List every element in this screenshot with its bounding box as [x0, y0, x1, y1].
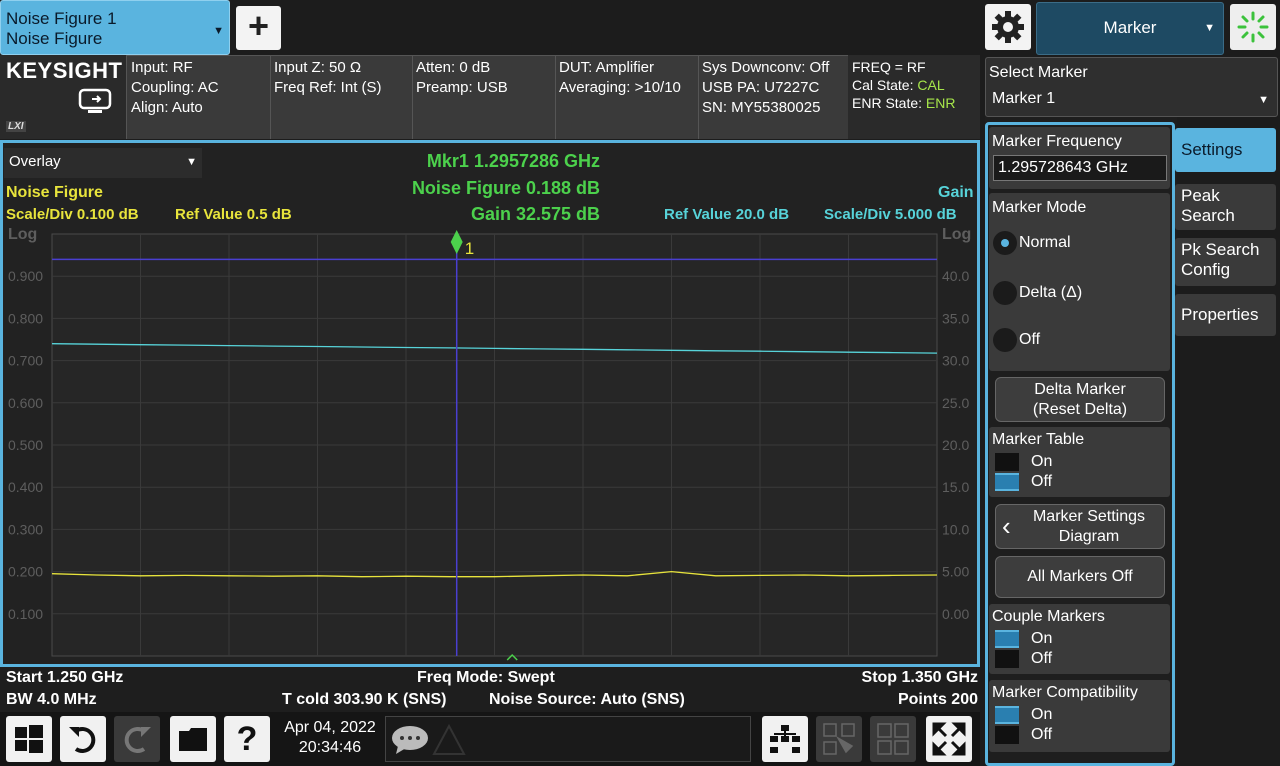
marker-number-label: 1: [465, 239, 474, 258]
chevron-down-icon: ▼: [1258, 94, 1269, 106]
tab-peak-label-1: Peak: [1181, 186, 1220, 205]
chat-bubble-icon: [392, 726, 428, 754]
date-time: Apr 04, 2022 20:34:46: [280, 718, 380, 758]
undo-icon: [69, 727, 96, 753]
help-button[interactable]: ?: [224, 716, 270, 762]
points: Points 200: [897, 691, 978, 708]
noise-source: Noise Source: Auto (SNS): [489, 691, 685, 708]
window-grid-button[interactable]: [870, 716, 916, 762]
touch-button[interactable]: [816, 716, 862, 762]
touch-hand-icon: [823, 723, 855, 755]
y-tick-left: 0.300: [8, 521, 43, 537]
y-tick-left: 0.500: [8, 437, 43, 453]
settings-gear-button[interactable]: [985, 4, 1031, 50]
file-button[interactable]: [170, 716, 216, 762]
y-tick-left: 0.700: [8, 353, 43, 369]
y-tick-right: 20.0: [942, 437, 969, 453]
tab-settings-label: Settings: [1181, 140, 1243, 159]
y-tick-right: 5.00: [942, 564, 969, 580]
y-tick-left: 0.900: [8, 268, 43, 284]
tab-peak-search[interactable]: Peak Search: [1175, 184, 1276, 230]
select-marker-dropdown[interactable]: Select Marker Marker 1 ▼: [985, 57, 1278, 117]
fullscreen-button[interactable]: [926, 716, 972, 762]
help-icon: ?: [236, 719, 258, 758]
y-tick-right: 0.00: [942, 606, 969, 622]
select-marker-value: Marker 1: [992, 90, 1056, 107]
start-frequency: Start 1.250 GHz: [6, 669, 124, 686]
y-tick-left: 0.200: [8, 564, 43, 580]
windows-icon: [15, 725, 43, 753]
y-tick-left: 0.800: [8, 310, 43, 326]
y-tick-right: 15.0: [942, 479, 969, 495]
grid-icon: [877, 723, 909, 755]
select-marker-label: Select Marker: [989, 64, 1088, 81]
y-tick-left: 0.400: [8, 479, 43, 495]
menu-select[interactable]: Marker ▼: [1036, 2, 1224, 55]
date: Apr 04, 2022: [284, 719, 376, 736]
t-cold: T cold 303.90 K (SNS): [282, 691, 447, 708]
freq-mode: Freq Mode: Swept: [417, 669, 555, 686]
tab-peak-label-2: Search: [1181, 206, 1235, 225]
busy-spinner-icon: [1237, 11, 1269, 43]
tab-settings[interactable]: Settings: [1175, 128, 1276, 172]
menu-select-value: Marker: [1103, 18, 1157, 37]
tab-pk-search-config[interactable]: Pk Search Config: [1175, 238, 1276, 286]
y-tick-right: 25.0: [942, 395, 969, 411]
tab-pks-label-1: Pk Search: [1181, 240, 1260, 259]
layout-button[interactable]: [762, 716, 808, 762]
menu-panel-border: [985, 122, 1175, 766]
undo-button[interactable]: [60, 716, 106, 762]
tab-properties-label: Properties: [1181, 305, 1259, 324]
gear-icon: [992, 11, 1024, 43]
tab-properties[interactable]: Properties: [1175, 294, 1276, 336]
y-tick-left: 0.100: [8, 606, 43, 622]
time: 20:34:46: [298, 739, 362, 756]
redo-icon: [124, 727, 151, 753]
message-area[interactable]: [385, 716, 751, 762]
chevron-down-icon: ▼: [1204, 22, 1215, 34]
y-tick-right: 10.0: [942, 521, 969, 537]
status-bar: Start 1.250 GHz BW 4.0 MHz Freq Mode: Sw…: [0, 667, 980, 712]
trace-chart[interactable]: 0.900 0.800 0.700 0.600 0.500 0.400 0.300 0.200…: [0, 0, 980, 667]
folder-icon: [179, 728, 207, 751]
layout-tree-icon: [770, 725, 800, 753]
y-tick-left: 0.600: [8, 395, 43, 411]
bandwidth: BW 4.0 MHz: [6, 691, 97, 708]
stop-frequency: Stop 1.350 GHz: [861, 669, 978, 686]
warning-triangle-icon: [432, 723, 466, 755]
redo-button[interactable]: [114, 716, 160, 762]
y-tick-right: 30.0: [942, 353, 969, 369]
status-spinner-button[interactable]: [1230, 4, 1276, 50]
windows-start-button[interactable]: [6, 716, 52, 762]
tab-pks-label-2: Config: [1181, 260, 1231, 279]
y-tick-right: 40.0: [942, 268, 969, 284]
expand-arrows-icon: [932, 722, 966, 756]
y-tick-right: 35.0: [942, 310, 969, 326]
